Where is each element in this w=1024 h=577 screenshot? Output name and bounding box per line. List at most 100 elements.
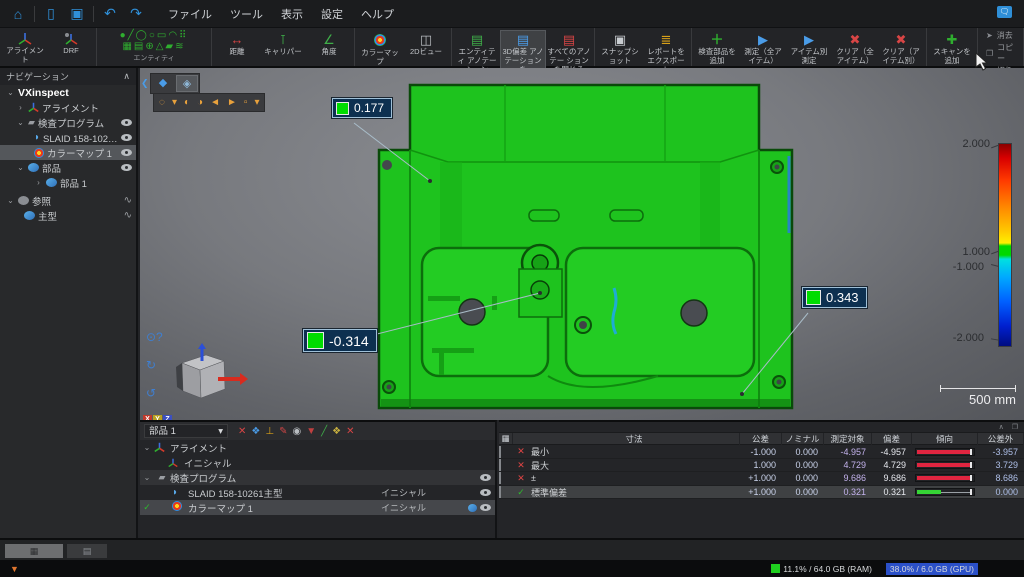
delete-measure-icon[interactable]: ✕ [238,426,246,437]
deviation-annotation[interactable]: 0.177 [332,98,392,118]
bp-item-alignment[interactable]: ⌄ アライメント [140,440,495,455]
filter-icon[interactable]: ▼ [306,426,316,437]
lasso-select-button[interactable]: ◌ [157,95,167,110]
add-scan-button[interactable]: ✚ スキャンを追加 [929,30,975,66]
bp-item-colormap[interactable]: ✓ カラーマップ 1 イニシャル [140,500,495,515]
nav-item-master[interactable]: 主型 ∿ [0,208,136,223]
drf-button[interactable]: DRF [48,30,94,56]
col-out-of-tolerance[interactable]: 公差外 [978,433,1024,445]
bp-item-initial[interactable]: イニシャル [140,455,495,470]
nav-item-colormap[interactable]: カラーマップ 1 [0,145,136,160]
menu-view[interactable]: 表示 [281,6,303,22]
col-nominal[interactable]: ノミナル [782,433,824,445]
save-icon[interactable]: ▣ [67,5,87,22]
wave-icon[interactable]: ∿ [124,195,132,206]
col-measured[interactable]: 測定対象 [824,433,872,445]
nav-item-references[interactable]: ⌄ 参照 ∿ [0,193,136,208]
eye-icon[interactable] [480,474,491,481]
chevron-right-icon[interactable]: › [34,178,43,187]
nav-item-part-1[interactable]: › 部品 1 [0,175,136,190]
entities-icon[interactable]: ❖ [251,426,260,437]
pen-icon[interactable]: ╱ [321,426,327,437]
part-selector[interactable]: 部品 1 ▾ [144,424,228,438]
collapse-icon[interactable]: ∧ [999,423,1004,431]
alignment-button[interactable]: アライメント [2,30,48,65]
menu-tools[interactable]: ツール [230,6,263,22]
chevron-right-icon[interactable]: › [16,103,25,112]
copy-button[interactable]: ❐ コピー [986,42,1015,64]
eye-icon[interactable] [121,119,132,126]
download-icon[interactable]: ▼ [10,564,19,574]
chevron-down-icon[interactable]: ⌄ [6,88,15,97]
layout-grid-button[interactable]: ▤ [67,544,107,558]
viewport-3d[interactable]: ❮ ◆ ◈ ◌ ▾ ◐ ◑ ◄ ► ▫ ▾ 0.177 -0.314 0.343 [140,68,1024,420]
nav-item-vxinspect[interactable]: ⌄ VXinspect [0,85,136,100]
deviation-annotation[interactable]: -0.314 [303,329,377,352]
select-front-button[interactable]: ► [225,95,239,110]
row-checkbox[interactable] [499,472,501,484]
col-tolerance[interactable]: 公差 [740,433,782,445]
deviation-annotation[interactable]: 0.343 [802,287,867,308]
table-row[interactable]: ✕ 最大 1.000 0.000 4.729 4.729 3.729 [499,459,1024,473]
erase-button[interactable]: ➤ 消去 [986,30,1015,41]
entity-palette[interactable]: ●╱◯○▭◠⠿ ▦▤⊕△▰≋ エンティティ [99,30,209,63]
select-back-button[interactable]: ◄ [208,95,222,110]
notification-icon[interactable]: 🗨 [997,6,1012,18]
measure-item-button[interactable]: ▶ アイテム別測定 [786,30,832,66]
menu-settings[interactable]: 設定 [321,6,343,22]
select-area-button[interactable]: ▫ [242,95,250,110]
cube-view-button[interactable]: ◆ [152,75,174,92]
eye-icon[interactable] [121,134,132,141]
dropdown-icon[interactable]: ▾ [252,95,261,110]
eye-icon[interactable] [480,489,491,496]
new-file-icon[interactable]: ▯ [41,5,61,22]
clear-all-button[interactable]: ✖ クリア（全アイテム） [832,30,878,66]
select-through-button[interactable]: ◐ [182,95,192,110]
bp-item-slaid[interactable]: ◗ SLAID 158-10261主型 イニシャル [140,485,495,500]
brush-icon[interactable]: ✎ [279,426,287,437]
table-row[interactable]: ✕ 最小 -1.000 0.000 -4.957 -4.957 -3.957 [499,445,1024,459]
redo-icon[interactable]: ↷ [126,5,146,22]
collapse-icon[interactable]: ∧ [123,71,130,82]
chevron-down-icon[interactable]: ⌄ [140,473,154,482]
nav-item-inspection-program[interactable]: ⌄ ▰ 検査プログラム [0,115,136,130]
menu-file[interactable]: ファイル [168,6,212,22]
view-2d-button[interactable]: ◫ 2Dビュー [403,30,449,57]
entity-shapes-row2[interactable]: ▦▤⊕△▰≋ [122,41,185,52]
clear-item-button[interactable]: ✖ クリア（アイテム別） [878,30,924,66]
orientation-cube[interactable] [158,343,248,413]
menu-help[interactable]: ヘルプ [361,6,394,22]
eye-icon[interactable] [121,164,132,171]
caliper-button[interactable]: ⊺ キャリパー [260,30,306,57]
mouse-help-icon[interactable]: ⊙? [146,330,163,344]
row-checkbox[interactable] [499,486,501,498]
dropdown-icon[interactable]: ▾ [170,95,179,110]
add-inspection-part-button[interactable]: ＋ 検査部品を追加 [694,30,740,66]
panel-collapse-icon[interactable]: ❮ [141,78,149,89]
nav-item-slaid[interactable]: ◗ SLAID 158-10261主型 [0,130,136,145]
entity-shapes-row1[interactable]: ●╱◯○▭◠⠿ [120,30,189,41]
undo-icon[interactable]: ↶ [100,5,120,22]
table-row[interactable]: ✓ 標準偏差 +1.000 0.000 0.321 0.321 0.000 [499,486,1024,500]
alignment-tool-icon[interactable]: ⊥ [265,426,274,437]
eye-icon[interactable] [121,149,132,156]
distance-button[interactable]: ↔ 距離 [214,30,260,57]
angle-button[interactable]: ∠ 角度 [306,30,352,57]
export-icon[interactable]: ❐ [1012,423,1018,431]
measure-all-button[interactable]: ▶ 測定（全アイテム） [740,30,786,66]
scanned-part-model[interactable] [140,68,1024,420]
snapshot-button[interactable]: ▣ スナップショット [597,30,643,66]
mesh-view-button[interactable]: ◈ [176,75,198,92]
select-visible-button[interactable]: ◑ [195,95,205,110]
chevron-down-icon[interactable]: ⌄ [140,443,154,452]
shapes-icon[interactable]: ❖ [332,426,341,437]
col-deviation[interactable]: 偏差 [872,433,912,445]
layout-list-button[interactable]: ▦ [5,544,63,558]
remove-icon[interactable]: ✕ [346,426,354,437]
nav-item-alignment[interactable]: › アライメント [0,100,136,115]
chevron-down-icon[interactable]: ⌄ [6,196,15,205]
col-trend[interactable]: 傾向 [912,433,978,445]
bp-item-inspection-program[interactable]: ⌄ ▰ 検査プログラム [140,470,495,485]
chevron-down-icon[interactable]: ⌄ [16,163,25,172]
table-row[interactable]: ✕ ± +1.000 0.000 9.686 9.686 8.686 [499,472,1024,486]
